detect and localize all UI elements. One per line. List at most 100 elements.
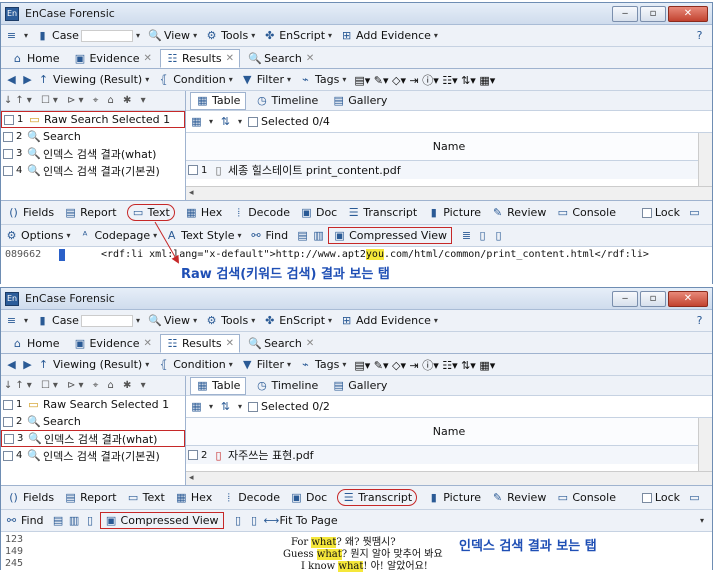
menu-list-icon[interactable]: ≡ ▾ [5,29,28,42]
select-all-checkbox[interactable] [248,116,259,127]
tab-gallery[interactable]: ▤ Gallery [327,92,392,110]
menu-list-icon[interactable]: ≡ ▾ [5,314,28,327]
menu-enscript[interactable]: ✤ EnScript ▾ [263,29,332,42]
menu-tools[interactable]: ⚙ Tools ▾ [205,29,256,42]
grid-icon[interactable]: ▦ [190,115,203,128]
wrap-icon[interactable]: ≣ [460,229,473,242]
chevron-down-icon[interactable]: ▾ [209,402,213,411]
compressed-view-button[interactable]: ▣ Compressed View [328,227,453,244]
help-icon[interactable]: ? [693,314,706,327]
file-row[interactable]: 2 ▯ 자주쓰는 표현.pdf [186,446,712,464]
tab-doc[interactable]: ▣ Doc [290,491,327,504]
tree-row-search[interactable]: 2 🔍 Search [1,128,185,145]
tab-transcript[interactable]: ☰ Transcript [347,206,417,219]
vertical-scrollbar[interactable] [698,418,712,471]
menu-case[interactable]: ▮ Case ▾ [36,314,139,327]
split-view-icon[interactable]: ▭ [688,206,701,219]
filter-dropdown[interactable]: ▼ Filter ▾ [241,73,291,86]
select-all-checkbox[interactable] [248,401,259,412]
copy-icon[interactable]: ▤ [296,229,309,242]
export-icon[interactable]: ▥ [312,229,325,242]
tree-row-search[interactable]: 2 🔍 Search [1,413,185,430]
horizontal-scrollbar[interactable]: ◂ [186,471,712,485]
condition-dropdown[interactable]: ⦃ Condition ▾ [157,73,233,86]
tab-search[interactable]: 🔍 Search ✕ [242,334,320,353]
tree-toolbar[interactable]: ↓↑▾ ☐▾ ⊳▾ ⌖ ⌂ ✱ ▾ [1,91,185,111]
tree-row-index-basic[interactable]: 4 🔍 인덱스 검색 결과(기본권) [1,447,185,464]
find-button[interactable]: ⚯ Find [5,514,44,527]
tab-evidence[interactable]: ▣ Evidence ✕ [67,49,157,68]
tab-home[interactable]: ⌂ Home [5,49,65,68]
tree-row-raw-search[interactable]: 1 ▭ Raw Search Selected 1 [1,396,185,413]
close-icon[interactable]: ✕ [226,53,234,64]
tab-results[interactable]: ☷ Results ✕ [159,49,241,68]
find-button[interactable]: ⚯ Find [250,229,288,242]
column-header-name[interactable]: Name [186,133,712,161]
close-button[interactable]: ✕ [668,5,708,22]
viewing-dropdown[interactable]: ↑ Viewing (Result) ▾ [37,358,149,371]
tab-review[interactable]: ✎ Review [491,491,546,504]
lock-checkbox[interactable] [641,492,652,503]
chevron-down-icon[interactable]: ▾ [209,117,213,126]
checkbox[interactable] [4,433,14,444]
page-export-icon[interactable]: ▯ [248,514,261,527]
tags-dropdown[interactable]: ⌁ Tags ▾ [299,73,346,86]
filter-dropdown[interactable]: ▼ Filter ▾ [241,358,291,371]
page-icon[interactable]: ▯ [232,514,245,527]
column-header-name[interactable]: Name [186,418,712,446]
copy-icon[interactable]: ▤ [52,514,65,527]
chevron-down-icon[interactable]: ▾ [700,516,704,525]
menu-case[interactable]: ▮ Case ▾ [36,29,139,42]
tab-report[interactable]: ▤ Report [64,491,116,504]
checkbox[interactable] [188,165,198,175]
tab-table[interactable]: ▦ Table [190,91,247,110]
forward-icon[interactable]: ▶ [21,358,34,371]
page-icon[interactable]: ▯ [84,514,97,527]
tree-row-index-what[interactable]: 3 🔍 인덱스 검색 결과(what) [1,145,185,162]
tree-row-raw-search[interactable]: 1 ▭ Raw Search Selected 1 [1,111,185,128]
export-icon[interactable]: ▥ [68,514,81,527]
chevron-down-icon[interactable]: ▾ [238,402,242,411]
tab-report[interactable]: ▤ Report [64,206,116,219]
tab-results[interactable]: ☷ Results ✕ [159,334,241,353]
horizontal-scrollbar[interactable]: ◂ [186,186,712,200]
restore-button[interactable]: ▫ [640,290,666,307]
text-content-area[interactable]: 089662 <rdf:li xml:lang="x-default">http… [1,247,712,287]
tags-dropdown[interactable]: ⌁ Tags ▾ [299,358,346,371]
tab-text[interactable]: ▭ Text [127,491,165,504]
chevron-down-icon[interactable]: ▾ [238,117,242,126]
tab-decode[interactable]: ⦙ Decode [232,206,290,219]
tab-timeline[interactable]: ◷ Timeline [250,377,323,395]
compressed-view-button[interactable]: ▣ Compressed View [99,512,224,529]
tab-decode[interactable]: ⦙ Decode [222,491,280,504]
checkbox[interactable] [3,165,13,176]
close-icon[interactable]: ✕ [144,53,152,64]
tab-evidence[interactable]: ▣ Evidence ✕ [67,334,157,353]
menu-add-evidence[interactable]: ⊞ Add Evidence ▾ [340,29,438,42]
tab-picture[interactable]: ▮ Picture [427,491,481,504]
extra-toolbar-icons[interactable]: ▤▾ ✎▾ ◇▾ ⇥ ⓘ▾ ☷▾ ⇅▾ ▦▾ [354,357,495,373]
viewing-dropdown[interactable]: ↑ Viewing (Result) ▾ [37,73,149,86]
tab-console[interactable]: ▭ Console [556,491,616,504]
tab-timeline[interactable]: ◷ Timeline [250,92,323,110]
codepage-button[interactable]: ᴬ Codepage ▾ [78,229,158,242]
minimize-button[interactable]: ‒ [612,290,638,307]
transcript-content-area[interactable]: 123 149 245 For what? 왜? 뭣땜시? Guess what… [1,532,712,572]
close-icon[interactable]: ✕ [306,338,314,349]
close-icon[interactable]: ✕ [144,338,152,349]
checkbox[interactable] [3,131,13,142]
checkbox[interactable] [3,450,13,461]
close-icon[interactable]: ✕ [306,53,314,64]
back-icon[interactable]: ◀ [5,73,18,86]
tab-console[interactable]: ▭ Console [556,206,616,219]
tree-toolbar[interactable]: ↓↑▾ ☐▾ ⊳▾ ⌖ ⌂ ✱ ▾ [1,376,185,396]
lock-toggle[interactable]: Lock ▭ [641,206,704,219]
checkbox[interactable] [188,450,198,460]
checkbox[interactable] [3,148,13,159]
menu-view[interactable]: 🔍 View ▾ [148,314,197,327]
tab-hex[interactable]: ▦ Hex [175,491,212,504]
vertical-scrollbar[interactable] [698,133,712,186]
tab-gallery[interactable]: ▤ Gallery [327,377,392,395]
tab-doc[interactable]: ▣ Doc [300,206,337,219]
tab-home[interactable]: ⌂ Home [5,334,65,353]
